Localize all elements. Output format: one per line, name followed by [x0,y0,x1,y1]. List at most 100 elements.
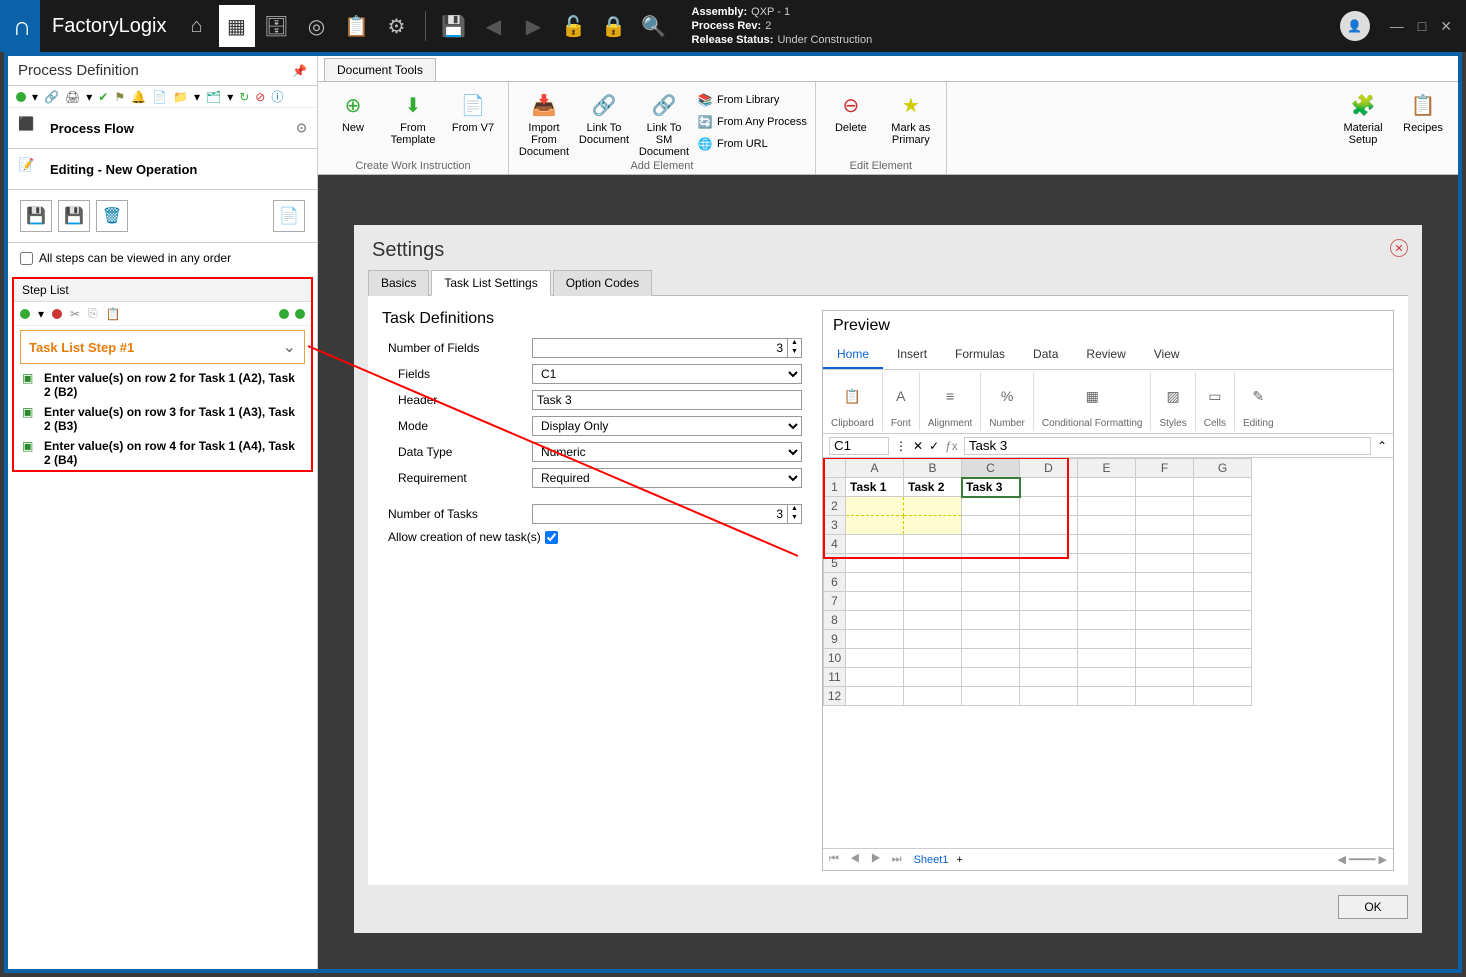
formula-input[interactable] [964,437,1371,455]
import-from-document-button[interactable]: 📥Import From Document [517,86,571,158]
link-to-document-button[interactable]: 🔗Link To Document [577,86,631,146]
chevron-down-icon[interactable]: ⌄ [283,337,296,357]
app-logo: ∩ [4,0,40,52]
process-flow-section[interactable]: ⬛ Process Flow ⊙ [8,108,317,149]
tab-option-codes[interactable]: Option Codes [553,270,652,296]
tab-basics[interactable]: Basics [368,270,429,296]
copy-icon[interactable]: ⎘ [88,306,98,321]
assembly-info: Assembly:QXP - 1 Process Rev:2 Release S… [692,5,873,47]
process-definition-panel: Process Definition 📌 ▾ 🔗 🖨▾ ✔ ⚑ 🔔 📄 📁▾ 🗂… [8,56,318,969]
home-icon[interactable]: ⌂ [179,5,215,47]
new-button[interactable]: ⊕New [326,86,380,134]
delete-button[interactable]: ⊖Delete [824,86,878,134]
unlock-icon[interactable]: 🔓 [556,5,592,47]
ok-button[interactable]: OK [1338,895,1408,919]
from-any-process-button[interactable]: 🔄From Any Process [697,112,807,132]
save-as-icon[interactable]: 💾 [58,200,90,232]
minimize-button[interactable]: — [1390,18,1404,35]
panel-title: Process Definition 📌 [8,56,317,86]
apply-icon[interactable] [295,309,305,319]
ribbon: ⊕New ⬇From Template 📄From V7 Create Work… [318,81,1458,175]
cancel-icon[interactable]: ✕ [913,439,923,453]
from-url-button[interactable]: 🌐From URL [697,134,807,154]
selected-step[interactable]: Task List Step #1 ⌄ [20,330,305,364]
user-avatar-icon[interactable]: 👤 [1340,11,1370,41]
note-icon[interactable]: 📄 [273,200,305,232]
material-setup-button[interactable]: 🧩Material Setup [1336,86,1390,146]
from-library-button[interactable]: 📚From Library [697,90,807,110]
sheet-nav[interactable]: ⏮ ◀ ▶ ⏭ [829,853,906,866]
excel-tab-review[interactable]: Review [1072,341,1139,369]
search-icon[interactable]: 🔍 [636,5,672,47]
allow-new-checkbox[interactable] [545,531,558,544]
step-list-header: Step List [14,279,311,302]
maximize-button[interactable]: □ [1418,18,1426,35]
target-icon[interactable]: ◎ [299,5,335,47]
accept-icon[interactable]: ✓ [929,439,939,453]
spinner[interactable]: ▲▼ [788,504,802,524]
task-defs-heading: Task Definitions [382,310,802,328]
excel-tab-formulas[interactable]: Formulas [941,341,1019,369]
step-item[interactable]: ▣Enter value(s) on row 4 for Task 1 (A4)… [14,436,311,470]
add-icon[interactable] [16,92,26,102]
expand-formula-icon[interactable]: ⌃ [1377,439,1387,453]
forward-icon[interactable]: ▶ [516,5,552,47]
flow-icon: ⬛ [18,116,42,140]
settings-title: Settings [372,239,444,262]
save-doc-icon[interactable]: 💾 [20,200,52,232]
datatype-select[interactable]: Numeric [532,442,802,462]
editing-section[interactable]: 📝 Editing - New Operation [8,149,317,190]
step-list-box: Step List ▾ ✂ ⎘ 📋 Task List Step #1 ⌄ ▣E… [12,277,313,472]
excel-tab-data[interactable]: Data [1019,341,1072,369]
remove-step-icon[interactable] [52,309,62,319]
spinner[interactable]: ▲▼ [788,338,802,358]
spreadsheet-grid[interactable]: A B C D E F G 1Task 1Task 2Task 3 2 [823,458,1393,848]
cell-reference-input[interactable] [829,437,889,455]
requirement-select[interactable]: Required [532,468,802,488]
gear-icon[interactable]: ⚙ [379,5,415,47]
excel-tab-home[interactable]: Home [823,341,883,369]
settings-panel: Settings ✕ Basics Task List Settings Opt… [354,225,1422,933]
cut-icon[interactable]: ✂ [70,307,80,321]
paste-icon[interactable]: 📋 [106,307,121,321]
recipes-button[interactable]: 📋Recipes [1396,86,1450,134]
refresh-icon[interactable] [279,309,289,319]
task-icon: ▣ [22,439,38,467]
close-button[interactable]: ✕ [1440,18,1452,35]
header-input[interactable] [532,390,802,410]
num-fields-input[interactable] [532,338,788,358]
task-icon: ▣ [22,371,38,399]
step-item[interactable]: ▣Enter value(s) on row 3 for Task 1 (A3)… [14,402,311,436]
clipboard-icon[interactable]: 📋 [339,5,375,47]
preview-heading: Preview [823,311,1393,341]
checklist-icon: 📝 [18,157,42,181]
from-template-button[interactable]: ⬇From Template [386,86,440,146]
ribbon-tab-document-tools[interactable]: Document Tools [324,58,436,81]
add-sheet-icon[interactable]: + [956,854,962,866]
link-to-sm-button[interactable]: 🔗Link To SM Document [637,86,691,158]
mode-select[interactable]: Display Only [532,416,802,436]
excel-tab-view[interactable]: View [1140,341,1194,369]
trash-icon[interactable]: 🗑 [96,200,128,232]
excel-tab-insert[interactable]: Insert [883,341,941,369]
from-v7-button[interactable]: 📄From V7 [446,86,500,134]
steps-any-order-checkbox[interactable] [20,252,33,265]
pin-icon[interactable]: 📌 [292,64,307,78]
task-icon: ▣ [22,405,38,433]
sheet-tab[interactable]: Sheet1 [914,854,949,866]
add-step-icon[interactable] [20,309,30,319]
hscroll[interactable]: ◀ ━━━━ ▶ [1337,853,1387,866]
fx-icon[interactable]: ƒx [945,439,958,453]
mark-primary-button[interactable]: ★Mark as Primary [884,86,938,146]
close-settings-icon[interactable]: ✕ [1390,239,1408,257]
step-item[interactable]: ▣Enter value(s) on row 2 for Task 1 (A2)… [14,368,311,402]
lock-icon[interactable]: 🔒 [596,5,632,47]
back-icon[interactable]: ◀ [476,5,512,47]
fields-select[interactable]: C1 [532,364,802,384]
expand-icon[interactable]: ⊙ [296,120,307,136]
save-icon[interactable]: 💾 [436,5,472,47]
num-tasks-input[interactable] [532,504,788,524]
grid-icon[interactable]: ▦ [219,5,255,47]
tab-task-list-settings[interactable]: Task List Settings [431,270,550,296]
database-icon[interactable]: 🗄 [259,5,295,47]
